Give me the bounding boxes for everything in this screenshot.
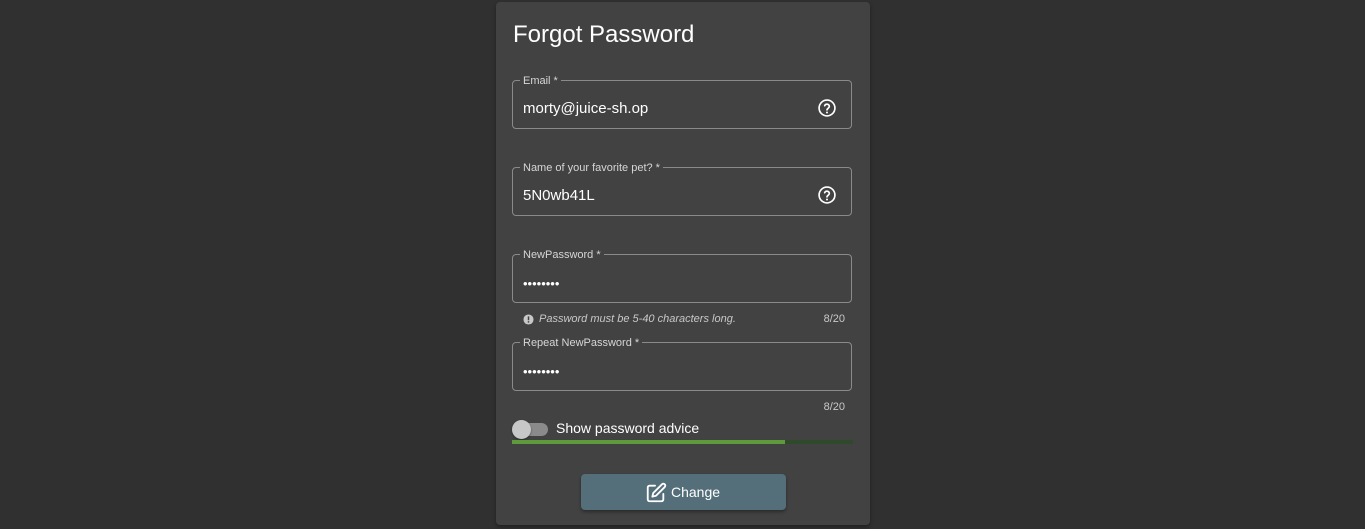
password-advice-label[interactable]: Show password advice bbox=[556, 420, 699, 436]
password-advice-toggle[interactable] bbox=[512, 419, 548, 439]
security-answer-field[interactable]: Name of your favorite pet? * 5N0wb41L bbox=[512, 162, 852, 216]
security-answer-label: Name of your favorite pet? * bbox=[520, 162, 663, 174]
password-length-hint: Password must be 5-40 characters long. bbox=[539, 313, 736, 325]
repeat-password-label: Repeat NewPassword * bbox=[520, 337, 643, 349]
email-label: Email * bbox=[520, 75, 561, 87]
security-answer-value: 5N0wb41L bbox=[523, 187, 595, 204]
email-field[interactable]: Email * morty@juice-sh.op bbox=[512, 75, 852, 129]
toggle-thumb[interactable] bbox=[512, 420, 531, 439]
repeat-password-field[interactable]: Repeat NewPassword * •••••••• bbox=[512, 337, 852, 391]
info-icon bbox=[523, 314, 534, 325]
new-password-label: NewPassword * bbox=[520, 249, 604, 261]
repeat-password-value: •••••••• bbox=[523, 364, 560, 379]
new-password-value: •••••••• bbox=[523, 276, 560, 291]
forgot-password-card: Forgot Password Email * morty@juice-sh.o… bbox=[496, 2, 870, 525]
new-password-field[interactable]: NewPassword * •••••••• bbox=[512, 249, 852, 303]
edit-icon bbox=[646, 482, 667, 503]
password-strength-fill bbox=[512, 440, 785, 444]
password-strength-bar bbox=[512, 440, 853, 444]
change-button[interactable]: Change bbox=[581, 474, 786, 510]
email-value: morty@juice-sh.op bbox=[523, 100, 649, 117]
new-password-hint-row: Password must be 5-40 characters long. 8… bbox=[523, 313, 845, 327]
repeat-password-counter: 8/20 bbox=[823, 401, 845, 413]
page-title: Forgot Password bbox=[513, 21, 695, 48]
help-circle-icon[interactable] bbox=[817, 98, 837, 118]
help-circle-icon[interactable] bbox=[817, 185, 837, 205]
change-button-label: Change bbox=[671, 484, 721, 500]
new-password-counter: 8/20 bbox=[823, 313, 845, 325]
repeat-password-hint-row: 8/20 bbox=[523, 401, 845, 415]
